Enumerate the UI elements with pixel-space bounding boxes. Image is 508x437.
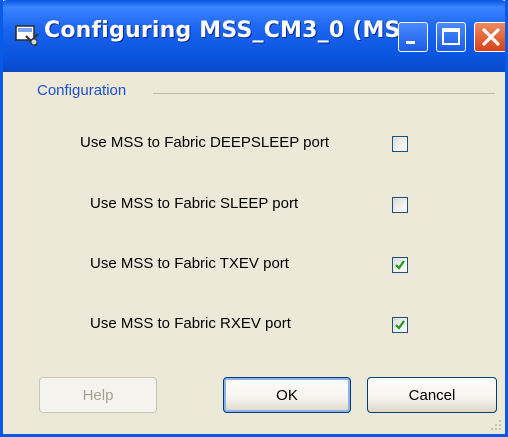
help-button[interactable]: Help	[39, 377, 157, 413]
option-rxev-label: Use MSS to Fabric RXEV port	[90, 315, 291, 332]
ok-button[interactable]: OK	[223, 377, 351, 413]
maximize-icon	[442, 28, 460, 45]
option-sleep-checkbox[interactable]	[392, 197, 408, 213]
group-divider	[153, 93, 495, 94]
minimize-icon	[406, 41, 415, 44]
cancel-button[interactable]: Cancel	[367, 377, 497, 413]
option-txev-checkbox[interactable]	[392, 257, 408, 273]
cancel-button-label: Cancel	[408, 386, 456, 404]
close-icon	[482, 28, 500, 46]
maximize-button[interactable]	[436, 22, 466, 52]
dialog-window: Configuring MSS_CM3_0 (MS... Configurati…	[0, 0, 508, 437]
option-sleep-label: Use MSS to Fabric SLEEP port	[90, 195, 299, 212]
group-label: Configuration	[37, 82, 131, 99]
title-bar[interactable]: Configuring MSS_CM3_0 (MS...	[3, 0, 505, 72]
option-txev-label: Use MSS to Fabric TXEV port	[90, 255, 289, 272]
option-deepsleep-checkbox[interactable]	[392, 136, 408, 152]
close-button[interactable]	[474, 22, 505, 52]
checkmark-icon	[395, 320, 405, 330]
help-button-label: Help	[82, 386, 114, 404]
checkmark-icon	[395, 260, 405, 270]
minimize-button[interactable]	[398, 22, 428, 52]
configurator-icon	[15, 25, 39, 47]
window-title: Configuring MSS_CM3_0 (MS...	[44, 18, 427, 43]
ok-button-label: OK	[276, 386, 298, 404]
option-rxev-checkbox[interactable]	[392, 317, 408, 333]
option-deepsleep-label: Use MSS to Fabric DEEPSLEEP port	[80, 134, 329, 151]
resize-grip-icon[interactable]	[489, 418, 503, 432]
